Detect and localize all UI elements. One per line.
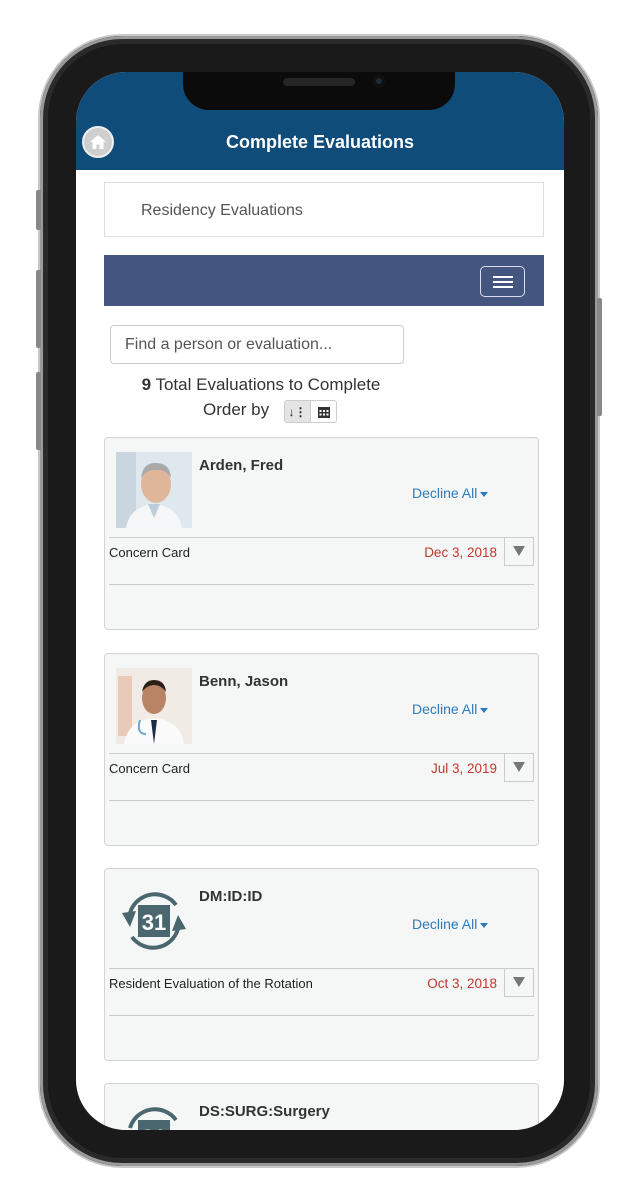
sort-alpha-icon: ↓⋮ [288, 404, 307, 419]
divider [109, 800, 534, 801]
rotation-name: DS:SURG:Surgery [199, 1103, 330, 1120]
order-by-group: ↓⋮ [284, 400, 337, 423]
order-by-label: Order by [203, 400, 270, 419]
caret-down-icon [513, 977, 525, 987]
evaluation-actions-dropdown[interactable] [504, 537, 534, 566]
total-text: Total Evaluations to Complete [151, 375, 381, 394]
evaluation-date: Oct 3, 2018 [427, 976, 497, 991]
caret-down-icon [513, 546, 525, 556]
calendar-cycle-icon: 31 [128, 1107, 178, 1130]
total-count: 9 [141, 375, 152, 394]
evaluation-actions-dropdown[interactable] [504, 968, 534, 997]
divider [109, 753, 534, 754]
avatar-photo [116, 668, 192, 744]
divider [109, 584, 534, 585]
power-button [597, 298, 602, 416]
evaluation-card: 31 DM:ID:ID Decline All Resident Evaluat… [104, 868, 539, 1061]
evaluation-card: Benn, Jason Decline All Concern Card Jul… [104, 653, 539, 846]
caret-down-icon [513, 762, 525, 772]
calendar-number: 31 [142, 1125, 166, 1130]
phone-notch [183, 72, 455, 110]
program-label: Residency Evaluations [141, 202, 303, 219]
sort-alpha-button[interactable]: ↓⋮ [285, 401, 311, 422]
avatar-photo [116, 452, 192, 528]
divider [109, 968, 534, 969]
person-name: Arden, Fred [199, 457, 284, 474]
evaluation-type[interactable]: Concern Card [109, 545, 190, 560]
divider [109, 537, 534, 538]
evaluation-date: Dec 3, 2018 [424, 545, 497, 560]
evaluation-card: 31 DS:SURG:Surgery [104, 1083, 539, 1130]
decline-all-dropdown[interactable]: Decline All [412, 485, 488, 501]
evaluation-actions-dropdown[interactable] [504, 753, 534, 782]
menu-toggle-button[interactable] [480, 266, 525, 297]
calendar-cycle-icon: 31 [122, 892, 186, 950]
search-input[interactable] [110, 325, 404, 364]
evaluation-date: Jul 3, 2019 [430, 761, 497, 776]
app-screen: Complete Evaluations Residency Evaluatio… [76, 72, 564, 1130]
decline-all-dropdown[interactable]: Decline All [412, 701, 488, 717]
evaluation-type[interactable]: Concern Card [109, 761, 190, 776]
divider [109, 1015, 534, 1016]
nav-bar [104, 255, 544, 306]
speaker-grille [283, 78, 355, 86]
mute-switch [36, 190, 41, 230]
total-evaluations: 9 Total Evaluations to Complete [106, 375, 416, 395]
person-name: Benn, Jason [199, 673, 289, 690]
page-title: Complete Evaluations [225, 132, 415, 152]
rotation-name: DM:ID:ID [199, 888, 263, 905]
front-camera [373, 75, 385, 87]
volume-up-button [36, 270, 41, 348]
program-selector[interactable]: Residency Evaluations [104, 182, 544, 237]
calendar-icon [317, 406, 330, 418]
volume-down-button [36, 372, 41, 450]
evaluation-card: Arden, Fred Decline All Concern Card Dec… [104, 437, 539, 630]
sort-date-button[interactable] [311, 401, 336, 422]
evaluation-type[interactable]: Resident Evaluation of the Rotation [109, 976, 313, 991]
calendar-number: 31 [142, 910, 166, 935]
decline-all-dropdown[interactable]: Decline All [412, 916, 488, 932]
